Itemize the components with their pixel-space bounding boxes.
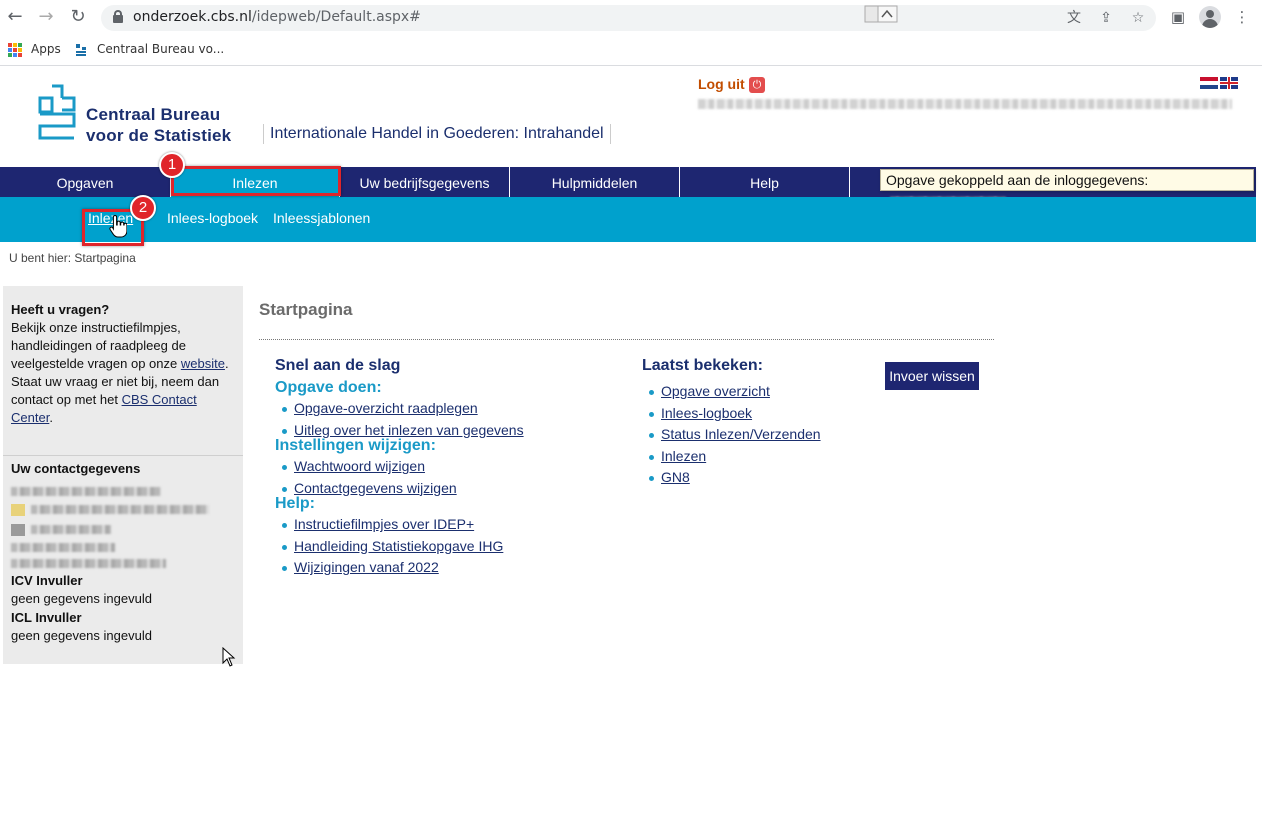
english-flag-icon[interactable] [1220, 77, 1238, 89]
website-link[interactable]: website [181, 356, 225, 371]
link-opgave-overzicht-raadplegen[interactable]: Opgave-overzicht raadplegen [294, 400, 478, 416]
linked-account-tooltip: Opgave gekoppeld aan de inloggegevens: [880, 169, 1254, 206]
help-heading: Heeft u vragen? [11, 302, 110, 317]
list-item: Status Inlezen/Verzenden [642, 424, 862, 446]
page-title: Startpagina [259, 300, 353, 319]
recent-link-status[interactable]: Status Inlezen/Verzenden [661, 426, 821, 442]
link-uitleg-inlezen[interactable]: Uitleg over het inlezen van gegevens [294, 422, 524, 438]
reload-icon[interactable]: ↻ [67, 6, 89, 28]
subnav-inleessjablonen[interactable]: Inleessjablonen [273, 210, 370, 226]
forward-arrow-icon[interactable]: → [35, 6, 57, 28]
step-badge-1: 1 [159, 152, 185, 178]
apps-grid-icon[interactable] [8, 43, 22, 57]
logo-text: Centraal Bureau voor de Statistiek [86, 105, 232, 145]
clear-input-button[interactable]: Invoer wissen [885, 362, 979, 390]
list-item: Opgave-overzicht raadplegen [275, 398, 615, 420]
link-instructiefilmpjes[interactable]: Instructiefilmpjes over IDEP+ [294, 516, 474, 532]
lock-icon [113, 10, 123, 23]
redacted-address-2 [11, 559, 166, 568]
contact-heading: Uw contactgegevens [11, 461, 141, 476]
application-title: Internationale Handel in Goederen: Intra… [263, 124, 611, 144]
back-arrow-icon[interactable]: ← [4, 6, 26, 28]
recent-link-inlezen[interactable]: Inlezen [661, 448, 706, 464]
help-text: Bekijk onze instructiefilmpjes, handleid… [11, 320, 229, 425]
subnav-inlees-logboek[interactable]: Inlees-logboek [167, 210, 258, 226]
translate-icon[interactable]: 文 [1065, 9, 1083, 27]
recent-link-inlees-logboek[interactable]: Inlees-logboek [661, 405, 752, 421]
list-item: GN8 [642, 467, 862, 489]
help-block: Heeft u vragen? Bekijk onze instructiefi… [11, 301, 239, 427]
contact-block: Uw contactgegevens ICV Invuller geen geg… [11, 460, 239, 645]
list-item: Uitleg over het inlezen van gegevens [275, 420, 615, 442]
link-wijzigingen-2022[interactable]: Wijzigingen vanaf 2022 [294, 559, 439, 575]
cbs-favicon-icon [75, 43, 87, 61]
bookmark-apps[interactable]: Apps [31, 42, 61, 56]
quickstart-heading: Snel aan de slag [275, 357, 401, 374]
logout-link[interactable]: Log uit [698, 76, 745, 92]
bookmarks-bar: Apps Centraal Bureau vo... [0, 36, 1262, 66]
url-text: onderzoek.cbs.nl/idepweb/Default.aspx# [133, 9, 421, 25]
link-contactgegevens-wijzigen[interactable]: Contactgegevens wijzigen [294, 480, 457, 496]
recent-heading: Laatst bekeken: [642, 357, 763, 374]
dutch-flag-icon[interactable] [1200, 77, 1218, 89]
menu-dots-icon[interactable]: ⋮ [1231, 6, 1253, 28]
share-icon[interactable]: ⇪ [1097, 9, 1115, 27]
cbs-logo-icon[interactable] [38, 84, 78, 142]
envelope-icon [11, 503, 25, 516]
link-handleiding-ihg[interactable]: Handleiding Statistiekopgave IHG [294, 538, 503, 554]
recent-link-opgave-overzicht[interactable]: Opgave overzicht [661, 383, 770, 399]
sidebar: Heeft u vragen? Bekijk onze instructiefi… [3, 286, 243, 664]
nav-opgaven[interactable]: Opgaven [0, 167, 171, 197]
recent-column: Laatst bekeken: Opgave overzicht Inlees-… [642, 357, 862, 489]
sub-navigation: Inlezen Inlees-logboek Inleessjablonen [0, 197, 1256, 242]
bookmark-star-icon[interactable]: ☆ [1129, 9, 1147, 27]
list-item: Instructiefilmpjes over IDEP+ [275, 514, 615, 536]
step-badge-2: 2 [130, 195, 156, 221]
list-item: Opgave overzicht [642, 381, 862, 403]
redacted-phone [31, 525, 111, 535]
highlight-step-1 [171, 166, 341, 196]
icv-value: geen gegevens ingevuld [11, 591, 152, 606]
quickstart-column: Snel aan de slag Opgave doen: Opgave-ove… [275, 357, 615, 579]
redacted-email [31, 505, 209, 515]
title-divider [259, 339, 994, 340]
list-item: Wachtwoord wijzigen [275, 456, 615, 478]
redacted-contact-name [11, 487, 161, 496]
icl-label: ICL Invuller [11, 610, 82, 625]
list-item: Handleiding Statistiekopgave IHG [275, 536, 615, 558]
group-heading-opgave: Opgave doen: [275, 379, 382, 396]
nav-hulpmiddelen[interactable]: Hulpmiddelen [510, 167, 680, 197]
sidebar-divider [3, 455, 243, 456]
icl-value: geen gegevens ingevuld [11, 628, 152, 643]
list-item: Inlezen [642, 446, 862, 468]
hand-pointer-icon [109, 214, 128, 238]
redacted-user-info [698, 99, 1232, 109]
list-item: Wijzigingen vanaf 2022 [275, 557, 615, 579]
power-icon[interactable]: ⏻ [749, 77, 765, 93]
icv-label: ICV Invuller [11, 573, 83, 588]
breadcrumb: U bent hier: Startpagina [9, 251, 136, 265]
mouse-cursor-icon [222, 646, 236, 667]
nav-help[interactable]: Help [680, 167, 850, 197]
bookmark-cbs[interactable]: Centraal Bureau vo... [97, 42, 224, 56]
list-item: Inlees-logboek [642, 403, 862, 425]
recent-link-gn8[interactable]: GN8 [661, 469, 690, 485]
extensions-icon[interactable]: ▣ [1167, 6, 1189, 28]
redacted-address-1 [11, 543, 115, 552]
address-bar[interactable]: onderzoek.cbs.nl/idepweb/Default.aspx# 文… [101, 5, 1156, 31]
browser-toolbar: ← → ↻ onderzoek.cbs.nl/idepweb/Default.a… [0, 0, 1262, 36]
profile-avatar[interactable] [1199, 6, 1221, 28]
nav-uw-bedrijfsgegevens[interactable]: Uw bedrijfsgegevens [340, 167, 510, 197]
link-wachtwoord-wijzigen[interactable]: Wachtwoord wijzigen [294, 458, 425, 474]
list-item: Contactgegevens wijzigen [275, 478, 615, 500]
phone-icon [11, 523, 25, 536]
page-overlay-icon [864, 5, 898, 25]
